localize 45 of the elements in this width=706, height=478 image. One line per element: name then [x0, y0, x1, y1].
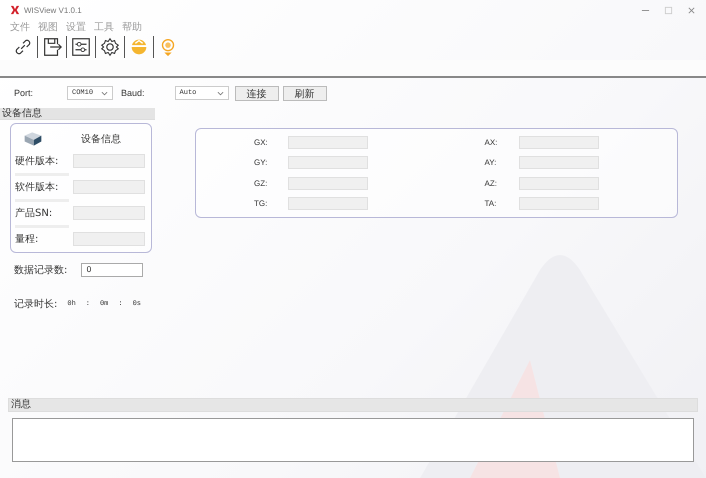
- window-title: WISView V1.0.1: [24, 6, 82, 14]
- input-field[interactable]: [518, 156, 598, 170]
- message-box[interactable]: [12, 418, 694, 462]
- input-field[interactable]: [288, 176, 368, 190]
- input-field[interactable]: [518, 176, 598, 190]
- input-field[interactable]: [518, 196, 598, 210]
- baud-label: Baud:: [121, 88, 145, 98]
- card-title: 设备信息: [81, 132, 121, 146]
- caret-icon: [101, 90, 108, 96]
- port-label: Port:: [14, 88, 34, 98]
- field-label: GX:: [254, 138, 269, 148]
- connect-button[interactable]: 连接: [234, 86, 279, 100]
- input-field[interactable]: [73, 206, 145, 220]
- caret-icon: [216, 90, 224, 96]
- refresh-button[interactable]: 刷新: [282, 86, 327, 100]
- field-label: GZ:: [254, 178, 268, 188]
- field-label: TG:: [254, 198, 268, 208]
- field-label: 软件版本:: [15, 180, 60, 194]
- input-field[interactable]: [73, 154, 145, 168]
- field-label: 量程:: [15, 233, 40, 246]
- input-field[interactable]: [518, 136, 598, 150]
- config-icon[interactable]: [70, 36, 92, 58]
- settings-icon[interactable]: [99, 36, 121, 58]
- input-field[interactable]: [288, 196, 368, 210]
- field-label: 硬件版本:: [15, 154, 60, 168]
- record-duration-label: 记录时长:: [14, 298, 58, 311]
- export-icon[interactable]: [41, 36, 63, 58]
- field-label: AZ:: [484, 178, 498, 188]
- maximize-icon[interactable]: [664, 6, 673, 14]
- field-label: AY:: [484, 158, 498, 168]
- section-header: 消息: [8, 398, 698, 412]
- section-header: 设备信息: [0, 108, 155, 120]
- input-field[interactable]: [288, 136, 368, 150]
- field-label: GY:: [254, 158, 268, 168]
- device-icon: [23, 131, 43, 147]
- input-field[interactable]: [73, 232, 145, 246]
- input-field[interactable]: [73, 180, 145, 194]
- field-label: 产品SN:: [15, 206, 54, 220]
- record-count-label: 数据记录数:: [14, 264, 68, 277]
- input-field[interactable]: [288, 156, 368, 170]
- app-logo-icon: [10, 5, 20, 15]
- field-label: TA:: [484, 198, 498, 208]
- record-count-field[interactable]: 0: [81, 263, 144, 277]
- close-icon[interactable]: [687, 6, 696, 14]
- field-label: AX:: [484, 138, 498, 148]
